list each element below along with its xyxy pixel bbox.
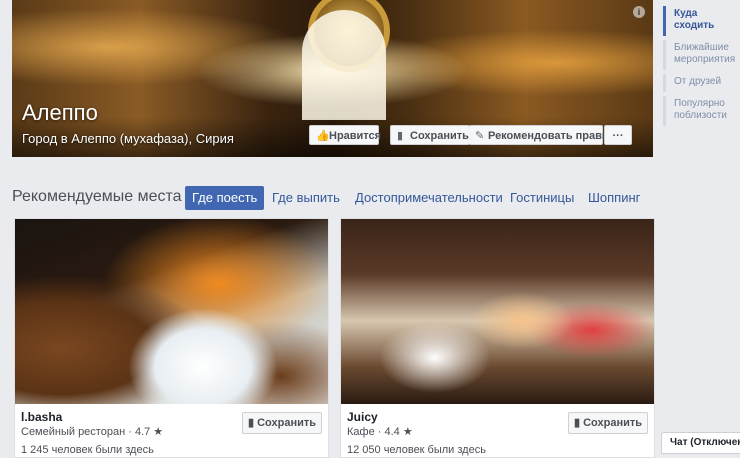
place-name[interactable]: Juicy bbox=[347, 410, 378, 424]
save-place-button[interactable]: ▮ Сохранить bbox=[242, 412, 322, 434]
tab-hotels[interactable]: Гостиницы bbox=[510, 186, 574, 210]
place-category: Семейный ресторан bbox=[21, 426, 126, 438]
place-category: Кафе bbox=[347, 426, 375, 438]
place-card[interactable]: l.basha Семейный ресторан · 4.7 ★ 1 245 … bbox=[14, 218, 329, 458]
place-visits: 1 245 человек были здесь bbox=[21, 444, 154, 456]
sidebar-item-popular-nearby[interactable]: Популярно поблизости bbox=[663, 96, 740, 126]
sidebar-item-from-friends[interactable]: От друзей bbox=[663, 74, 740, 92]
place-photo[interactable] bbox=[341, 219, 654, 404]
section-title: Рекомендуемые места bbox=[12, 188, 182, 205]
page-title: Алеппо bbox=[22, 100, 98, 125]
like-button[interactable]: 👍Нравится bbox=[309, 125, 381, 145]
place-photo[interactable] bbox=[15, 219, 328, 404]
more-icon: ··· bbox=[612, 130, 624, 142]
place-visits: 12 050 человек были здесь bbox=[347, 444, 486, 456]
bookmark-icon: ▮ bbox=[573, 417, 584, 429]
place-rating: 4.7 ★ bbox=[134, 426, 164, 438]
chat-tab[interactable]: Чат (Отключен) bbox=[661, 432, 740, 454]
pencil-icon: ✎ bbox=[475, 130, 485, 142]
page-subtitle: Город в Алеппо (мухафаза), Сирия bbox=[22, 131, 234, 146]
bookmark-icon: ▮ bbox=[247, 417, 258, 429]
save-button[interactable]: ▮ Сохранить bbox=[390, 125, 470, 145]
more-options-button[interactable]: ··· bbox=[604, 125, 632, 145]
info-icon[interactable]: i bbox=[633, 6, 645, 18]
souk-arch bbox=[302, 10, 386, 120]
thumbs-up-icon: 👍 bbox=[316, 130, 330, 142]
sidebar-nav: Куда сходить Ближайшие мероприятия От др… bbox=[663, 6, 740, 130]
place-name[interactable]: l.basha bbox=[21, 410, 62, 424]
tab-shopping[interactable]: Шоппинг bbox=[588, 186, 640, 210]
sidebar-item-where-to-go[interactable]: Куда сходить bbox=[663, 6, 740, 36]
place-meta: Кафе · 4.4 ★ bbox=[347, 426, 413, 438]
save-place-button[interactable]: ▮ Сохранить bbox=[568, 412, 648, 434]
place-meta: Семейный ресторан · 4.7 ★ bbox=[21, 426, 164, 438]
tab-drink[interactable]: Где выпить bbox=[272, 186, 340, 210]
tab-attractions[interactable]: Достопримечательности bbox=[355, 186, 503, 210]
place-card[interactable]: Juicy Кафе · 4.4 ★ 12 050 человек были з… bbox=[340, 218, 655, 458]
place-rating: 4.4 ★ bbox=[384, 426, 413, 438]
bookmark-icon: ▮ bbox=[397, 130, 404, 142]
recommend-edits-button[interactable]: ✎ Рекомендовать правки bbox=[469, 125, 614, 145]
tab-eat[interactable]: Где поесть bbox=[185, 186, 265, 210]
sidebar-item-nearby-events[interactable]: Ближайшие мероприятия bbox=[663, 40, 740, 70]
